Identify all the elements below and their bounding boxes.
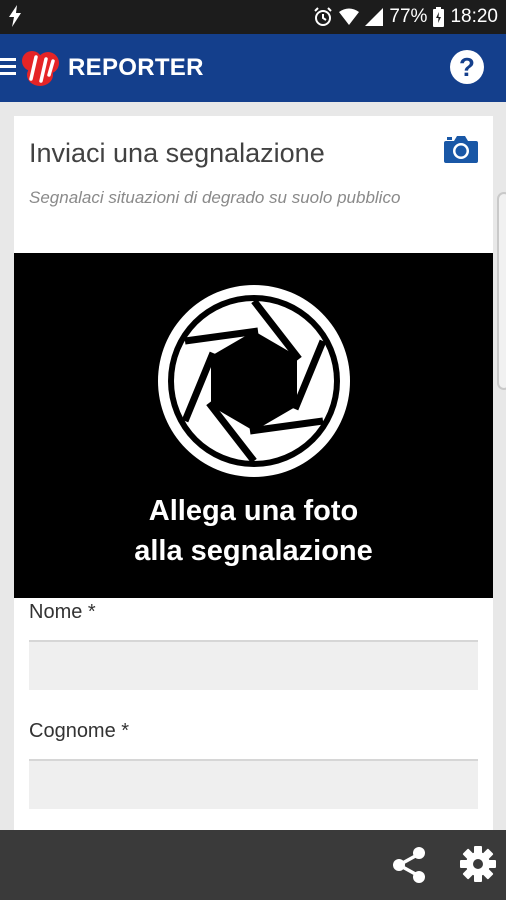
battery-icon (433, 7, 445, 27)
svg-text:?: ? (459, 52, 475, 82)
menu-icon[interactable] (0, 56, 16, 78)
nome-input[interactable] (29, 640, 478, 690)
clock: 18:20 (450, 6, 498, 27)
page-subtitle: Segnalaci situazioni di degrado su suolo… (29, 188, 401, 207)
report-card: Inviaci una segnalazione Segnalaci situa… (14, 116, 493, 830)
status-bar: 77% 18:20 (0, 0, 506, 34)
settings-icon[interactable] (459, 845, 497, 883)
bottom-bar (0, 830, 506, 900)
attach-photo-label: Allega una foto alla segnalazione (14, 491, 493, 571)
cognome-label: Cognome * (29, 720, 130, 742)
logo-icon (22, 51, 59, 86)
flash-icon (9, 5, 21, 27)
share-icon[interactable] (389, 845, 429, 885)
page-title: Inviaci una segnalazione (29, 138, 325, 168)
camera-icon[interactable] (443, 134, 479, 164)
app-bar: REPORTER ? (0, 34, 506, 102)
aperture-icon (158, 285, 350, 477)
attach-photo-label-line1: Allega una foto (148, 495, 359, 527)
attach-photo-label-line2: alla segnalazione (134, 535, 373, 567)
battery-percent: 77% (389, 6, 428, 27)
attach-photo-area[interactable]: Allega una foto alla segnalazione (14, 253, 493, 598)
edge-panel-handle[interactable] (497, 192, 506, 390)
wifi-icon (339, 8, 360, 25)
cognome-input[interactable] (29, 759, 478, 809)
nome-label: Nome * (29, 601, 96, 623)
alarm-icon (314, 7, 333, 26)
signal-icon (365, 8, 384, 26)
help-icon[interactable]: ? (449, 49, 485, 85)
app-title: REPORTER (68, 54, 204, 81)
